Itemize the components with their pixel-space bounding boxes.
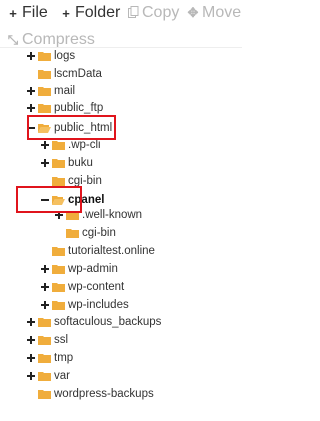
expand-icon[interactable] — [26, 51, 36, 61]
copy-icon — [127, 5, 139, 21]
tree-item-label: cgi-bin — [82, 227, 116, 239]
tree-item-softaculous-backups[interactable]: softaculous_backups — [26, 313, 161, 331]
expand-icon[interactable] — [26, 317, 36, 327]
tree-item-wordpress-backups[interactable]: wordpress-backups — [26, 385, 154, 403]
file-manager-toolbar: + File + Folder Copy ✥ Move ⤡ Compress — [0, 0, 242, 48]
tree-item-label: wp-includes — [68, 299, 129, 311]
tree-item-label: lscmData — [54, 68, 102, 80]
folder-icon — [38, 103, 51, 113]
folder-icon — [38, 335, 51, 345]
new-folder-button[interactable]: + Folder — [60, 4, 120, 22]
move-button[interactable]: ✥ Move — [187, 4, 242, 22]
tree-item-label: logs — [54, 50, 76, 62]
tree-item-label: var — [54, 370, 70, 382]
tree-item-label: buku — [68, 157, 93, 169]
folder-icon — [52, 176, 65, 186]
folder-icon — [66, 228, 79, 238]
tree-item-label: ssl — [54, 334, 69, 346]
tree-item-ssl[interactable]: ssl — [26, 331, 68, 349]
tree-item-label: wp-admin — [68, 263, 118, 275]
tree-item-label: mail — [54, 85, 76, 97]
new-file-button[interactable]: + File — [7, 4, 48, 22]
expand-icon[interactable] — [26, 103, 36, 113]
move-label: Move — [202, 4, 242, 21]
tree-item-lscmdata[interactable]: lscmData — [26, 65, 102, 83]
expand-icon[interactable] — [26, 86, 36, 96]
new-file-label: File — [22, 4, 48, 21]
new-folder-label: Folder — [75, 4, 121, 21]
tree-item-var[interactable]: var — [26, 367, 70, 385]
plus-icon: + — [62, 5, 70, 21]
expand-icon[interactable] — [40, 264, 50, 274]
expand-icon[interactable] — [40, 282, 50, 292]
tree-item-label: wp-content — [68, 281, 125, 293]
expand-icon[interactable] — [40, 300, 50, 310]
highlight-cpanel — [16, 186, 82, 213]
folder-icon — [52, 140, 65, 150]
tree-item-wp-content[interactable]: wp-content — [40, 278, 124, 296]
folder-icon — [38, 86, 51, 96]
folder-icon — [38, 69, 51, 79]
tree-item-label: public_ftp — [54, 102, 104, 114]
expand-icon[interactable] — [26, 353, 36, 363]
tree-item-wp-includes[interactable]: wp-includes — [40, 296, 129, 314]
tree-item-wp-admin[interactable]: wp-admin — [40, 260, 118, 278]
copy-button[interactable]: Copy — [127, 4, 179, 22]
folder-icon — [52, 264, 65, 274]
tree-item-label: tutorialtest.online — [68, 245, 155, 257]
move-icon: ✥ — [187, 5, 199, 20]
tree-item-label: .wp-cli — [68, 139, 101, 151]
folder-icon — [52, 282, 65, 292]
tree-item-label: wordpress-backups — [54, 388, 154, 400]
folder-icon — [38, 317, 51, 327]
folder-icon — [52, 246, 65, 256]
expand-icon[interactable] — [40, 140, 50, 150]
tree-item-tutorialtest[interactable]: tutorialtest.online — [40, 242, 155, 260]
tree-item-logs[interactable]: logs — [26, 47, 75, 65]
folder-icon — [38, 389, 51, 399]
compress-icon: ⤡ — [7, 32, 19, 47]
tree-item-cpanel-cgi-bin[interactable]: cgi-bin — [54, 224, 116, 242]
tree-item-label: softaculous_backups — [54, 316, 162, 328]
folder-icon — [52, 158, 65, 168]
folder-icon — [38, 353, 51, 363]
tree-item-mail[interactable]: mail — [26, 82, 75, 100]
expand-icon[interactable] — [26, 335, 36, 345]
copy-label: Copy — [142, 4, 180, 21]
folder-icon — [52, 300, 65, 310]
tree-item-buku[interactable]: buku — [40, 154, 93, 172]
highlight-public-html — [27, 115, 116, 140]
expand-icon[interactable] — [40, 158, 50, 168]
folder-icon — [38, 371, 51, 381]
folder-icon — [38, 51, 51, 61]
tree-item-label: tmp — [54, 352, 74, 364]
tree-item-tmp[interactable]: tmp — [26, 349, 73, 367]
tree-item-label: .well-known — [82, 209, 143, 221]
expand-icon[interactable] — [26, 371, 36, 381]
plus-icon: + — [9, 5, 17, 21]
